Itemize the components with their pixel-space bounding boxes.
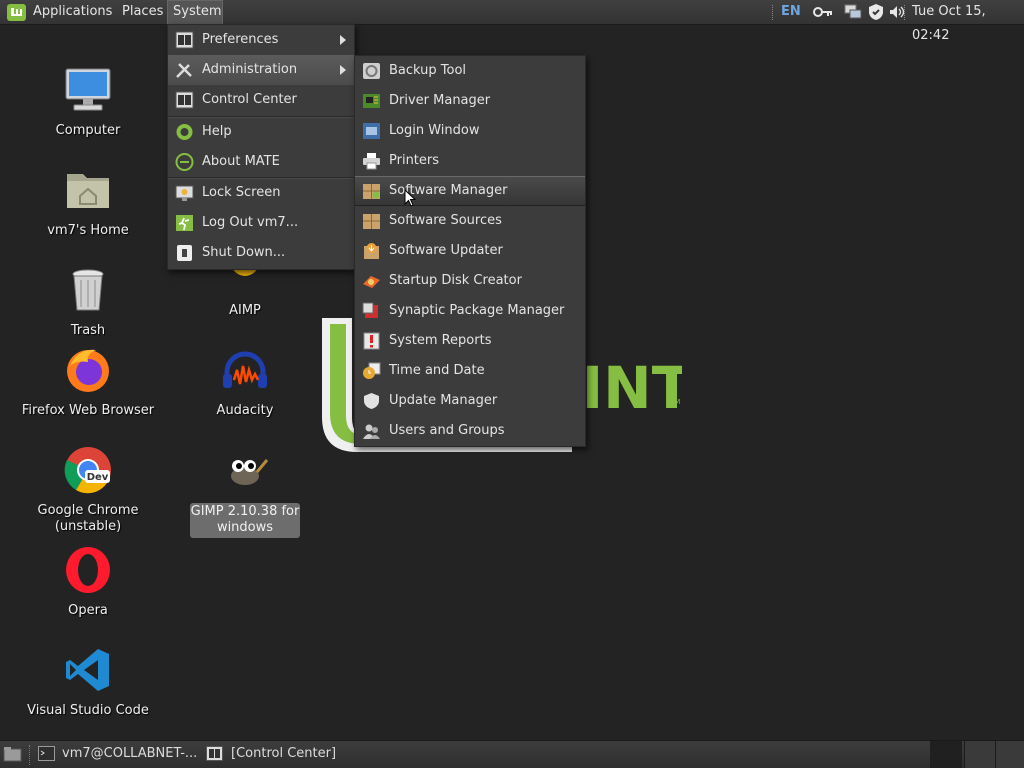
menu-item-time-and-date[interactable]: Time and Date [355,356,585,386]
top-panel: Applications Places System EN Tue Oct 15… [0,0,1024,43]
time-date-icon [363,362,381,379]
menu-item-shut-down[interactable]: Shut Down... [168,238,354,268]
desktop-icon-chrome-dev[interactable]: Dev Google Chrome (unstable) [13,446,163,534]
shield-icon[interactable] [867,3,885,21]
software-manager-icon [363,184,380,199]
submenu-arrow-icon [340,35,346,45]
mouse-cursor-icon [404,189,416,207]
menu-item-software-updater[interactable]: Software Updater [355,236,585,266]
system-menu-button[interactable]: System [167,0,223,24]
desktop-icon-label: Opera [68,603,108,618]
taskbar-item-terminal[interactable]: vm7@COLLABNET-... [38,743,198,765]
firefox-icon [67,349,109,392]
bottom-panel: vm7@COLLABNET-... [Control Center] [0,740,1024,768]
menu-item-users-and-groups[interactable]: Users and Groups [355,416,585,446]
administration-icon [176,63,192,78]
vscode-icon [66,649,109,691]
software-sources-icon [363,214,380,229]
desktop-icon-opera[interactable]: Opera [13,546,163,626]
menu-item-help[interactable]: Help [168,117,354,147]
clock[interactable]: Tue Oct 15, 02:42 [912,0,1024,48]
menu-item-printers[interactable]: Printers [355,146,585,176]
startup-disk-icon [363,276,380,288]
administration-submenu: Backup Tool Driver Manager Login Window … [354,55,586,447]
users-groups-icon [363,424,380,439]
desktop-icon-label: Visual Studio Code [27,703,149,718]
menu-item-lock-screen[interactable]: Lock Screen [168,178,354,208]
desktop-icon-trash[interactable]: Trash [13,266,163,346]
desktop-icon-label: Firefox Web Browser [21,403,155,418]
applications-menu[interactable]: Applications [28,0,117,24]
desktop-icon-label: Trash [70,323,106,338]
printer-icon [363,153,380,170]
menu-item-about-mate[interactable]: About MATE [168,147,354,177]
desktop-icon-label: Computer [55,123,121,138]
menu-item-startup-disk-creator[interactable]: Startup Disk Creator [355,266,585,296]
gimp-icon [231,459,269,485]
svg-text:Dev: Dev [87,472,109,483]
show-desktop-icon[interactable] [3,746,22,762]
menu-item-control-center[interactable]: Control Center [168,85,354,115]
menu-item-log-out[interactable]: Log Out vm7... [168,208,354,238]
desktop-icon-gimp[interactable]: GIMP 2.10.38 for windows [170,446,320,538]
opera-icon [66,547,110,593]
places-menu[interactable]: Places [117,0,168,24]
menu-item-system-reports[interactable]: System Reports [355,326,585,356]
menu-item-driver-manager[interactable]: Driver Manager [355,86,585,116]
logout-icon [176,215,193,231]
mint-logo-icon[interactable] [7,4,26,21]
desktop-icon-firefox[interactable]: Firefox Web Browser [13,346,163,426]
control-center-icon [206,746,223,761]
menu-item-software-manager[interactable]: Software Manager [355,176,585,206]
desktop-icon-label: Google Chrome (unstable) [37,503,139,534]
submenu-arrow-icon [340,65,346,75]
system-reports-icon [363,332,380,350]
workspace-1[interactable] [930,741,962,768]
menu-item-software-sources[interactable]: Software Sources [355,206,585,236]
menu-item-synaptic[interactable]: Synaptic Package Manager [355,296,585,326]
menu-item-update-manager[interactable]: Update Manager [355,386,585,416]
menu-item-administration[interactable]: Administration [168,55,354,85]
keyboard-layout-indicator[interactable]: EN [781,0,801,24]
about-icon [175,153,194,171]
key-icon[interactable] [812,3,834,21]
trash-icon [72,269,104,311]
software-updater-icon [364,243,379,259]
panel-separator [29,745,30,765]
system-menu: Preferences Administration Control Cente… [167,24,355,270]
driver-icon [363,94,380,108]
home-folder-icon [67,174,109,208]
panel-separator [904,5,907,20]
desktop-icon-audacity[interactable]: Audacity [170,346,320,426]
control-center-icon [175,91,194,109]
terminal-icon [38,746,55,761]
shutdown-icon [177,245,192,261]
desktop-icon-label: Audacity [216,403,274,418]
desktop-icon-label: GIMP 2.10.38 for windows [190,503,300,538]
workspace-2[interactable] [964,741,995,768]
chrome-dev-icon: Dev [64,447,111,494]
menu-item-backup-tool[interactable]: Backup Tool [355,56,585,86]
desktop-icon-home[interactable]: vm7's Home [13,166,163,246]
synaptic-icon [362,302,378,318]
update-manager-icon [364,393,379,409]
desktop-icon-label: vm7's Home [47,223,129,238]
help-icon [176,124,193,140]
menu-item-preferences[interactable]: Preferences [168,25,354,55]
desktop-icon-computer[interactable]: Computer [13,66,163,146]
audacity-icon [223,351,267,388]
svg-text:TM: TM [669,398,680,406]
lock-screen-icon [175,185,194,201]
desktop-icon-label: AIMP [229,303,261,318]
desktop-icon-vscode[interactable]: Visual Studio Code [13,646,163,726]
workspace-3[interactable] [995,741,1024,768]
menu-item-login-window[interactable]: Login Window [355,116,585,146]
backup-icon [363,63,380,79]
computer-icon [65,68,111,111]
panel-separator [772,5,775,20]
login-window-icon [363,123,380,139]
network-icon[interactable] [843,3,863,21]
taskbar-item-control-center[interactable]: [Control Center] [206,743,346,765]
preferences-icon [175,31,194,49]
